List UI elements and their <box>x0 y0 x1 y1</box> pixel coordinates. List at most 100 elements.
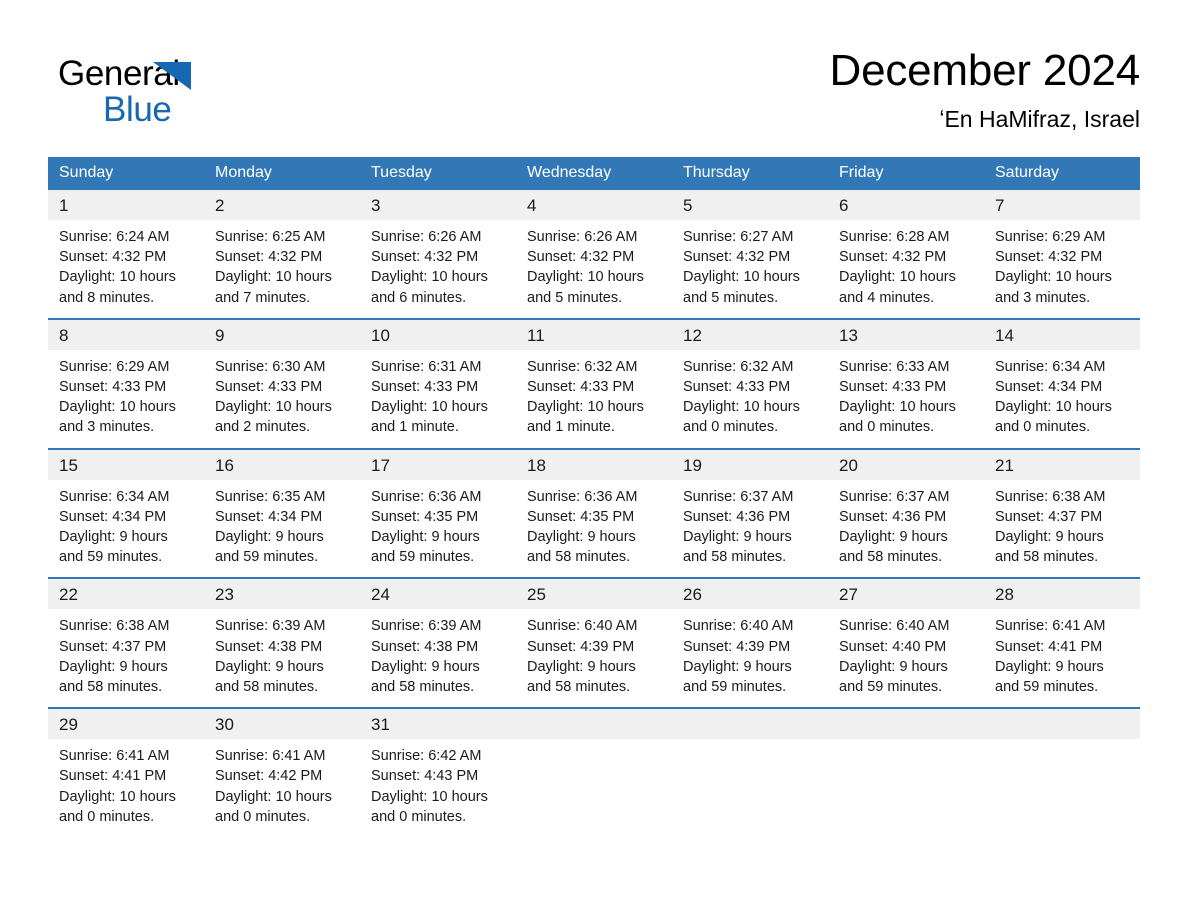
day-cell-inner: 16 Sunrise: 6:35 AM Sunset: 4:34 PM Dayligh… <box>204 449 360 578</box>
calendar-day-cell[interactable]: 8 Sunrise: 6:29 AM Sunset: 4:33 PM Daylight… <box>48 317 204 449</box>
day-number: 15 <box>48 449 204 480</box>
calendar-day-cell[interactable]: 10 Sunrise: 6:31 AM Sunset: 4:33 PM Dayligh… <box>360 317 516 449</box>
calendar-day-cell[interactable]: 25 Sunrise: 6:40 AM Sunset: 4:39 PM Dayligh… <box>516 577 672 709</box>
day-number: 16 <box>204 449 360 480</box>
sunrise-text: Sunrise: 6:24 AM <box>59 229 170 245</box>
calendar-day-cell[interactable]: 28 Sunrise: 6:41 AM Sunset: 4:41 PM Dayligh… <box>984 577 1140 709</box>
calendar-day-cell[interactable]: 13 Sunrise: 6:33 AM Sunset: 4:33 PM Dayligh… <box>828 317 984 449</box>
sunset-text: Sunset: 4:38 PM <box>371 638 479 655</box>
calendar-day-cell[interactable]: 17 Sunrise: 6:36 AM Sunset: 4:35 PM Dayligh… <box>360 447 516 579</box>
day-details: Sunrise: 6:34 AM Sunset: 4:34 PM Daylight:… <box>48 480 204 578</box>
calendar-day-cell[interactable]: 29 Sunrise: 6:41 AM Sunset: 4:41 PM Dayligh… <box>48 707 204 838</box>
day-number: 4 <box>516 190 672 220</box>
weekday-header-friday: Friday <box>828 157 984 190</box>
calendar-day-cell[interactable]: 15 Sunrise: 6:34 AM Sunset: 4:34 PM Dayligh… <box>48 447 204 579</box>
calendar-day-cell[interactable]: 24 Sunrise: 6:39 AM Sunset: 4:38 PM Dayligh… <box>360 577 516 709</box>
calendar-day-cell[interactable]: 12 Sunrise: 6:32 AM Sunset: 4:33 PM Dayligh… <box>672 317 828 449</box>
day-cell-inner: 14 Sunrise: 6:34 AM Sunset: 4:34 PM Dayligh… <box>984 319 1140 448</box>
day-number: 9 <box>204 319 360 350</box>
calendar-day-cell[interactable]: 9 Sunrise: 6:30 AM Sunset: 4:33 PM Daylight… <box>204 317 360 449</box>
calendar-day-cell[interactable]: 4 Sunrise: 6:26 AM Sunset: 4:32 PM Daylight… <box>516 190 672 319</box>
calendar-day-cell[interactable]: 6 Sunrise: 6:28 AM Sunset: 4:32 PM Daylight… <box>828 190 984 319</box>
day-cell-inner: 15 Sunrise: 6:34 AM Sunset: 4:34 PM Dayligh… <box>48 449 204 578</box>
generalblue-logo[interactable]: General Blue <box>58 54 218 132</box>
calendar-body: 1 Sunrise: 6:24 AM Sunset: 4:32 PM Daylight… <box>48 190 1140 838</box>
logo-triangle-icon <box>153 62 191 90</box>
sunrise-text: Sunrise: 6:34 AM <box>59 488 170 505</box>
day-details: Sunrise: 6:35 AM Sunset: 4:34 PM Daylight:… <box>204 480 360 578</box>
calendar-day-cell[interactable]: 30 Sunrise: 6:41 AM Sunset: 4:42 PM Dayligh… <box>204 707 360 838</box>
sunset-text: Sunset: 4:42 PM <box>215 768 323 785</box>
daylight-text: Daylight: 10 hours and 1 minute. <box>371 399 488 436</box>
day-number: 2 <box>204 190 360 220</box>
calendar-cell-empty <box>984 707 1140 838</box>
calendar-day-cell[interactable]: 18 Sunrise: 6:36 AM Sunset: 4:35 PM Dayligh… <box>516 447 672 579</box>
calendar-day-cell[interactable]: 1 Sunrise: 6:24 AM Sunset: 4:32 PM Daylight… <box>48 190 204 319</box>
day-number: 20 <box>828 449 984 480</box>
sunset-text: Sunset: 4:36 PM <box>683 508 791 525</box>
calendar-day-cell[interactable]: 7 Sunrise: 6:29 AM Sunset: 4:32 PM Daylight… <box>984 190 1140 319</box>
day-cell-inner: 5 Sunrise: 6:27 AM Sunset: 4:32 PM Daylight… <box>672 190 828 318</box>
day-details: Sunrise: 6:42 AM Sunset: 4:43 PM Daylight:… <box>360 739 516 837</box>
calendar-day-cell[interactable]: 20 Sunrise: 6:37 AM Sunset: 4:36 PM Dayligh… <box>828 447 984 579</box>
day-number: 10 <box>360 319 516 350</box>
sunset-text: Sunset: 4:32 PM <box>839 249 947 266</box>
sunrise-text: Sunrise: 6:32 AM <box>527 358 638 375</box>
calendar-day-cell[interactable]: 16 Sunrise: 6:35 AM Sunset: 4:34 PM Dayligh… <box>204 447 360 579</box>
calendar-day-cell[interactable]: 14 Sunrise: 6:34 AM Sunset: 4:34 PM Dayligh… <box>984 317 1140 449</box>
calendar-day-cell[interactable]: 26 Sunrise: 6:40 AM Sunset: 4:39 PM Dayligh… <box>672 577 828 709</box>
day-cell-inner: 25 Sunrise: 6:40 AM Sunset: 4:39 PM Dayligh… <box>516 579 672 707</box>
weekday-header-monday: Monday <box>204 157 360 190</box>
calendar-day-cell[interactable]: 2 Sunrise: 6:25 AM Sunset: 4:32 PM Daylight… <box>204 190 360 319</box>
day-number: 24 <box>360 579 516 610</box>
day-number: 28 <box>984 579 1140 610</box>
day-cell-inner: 12 Sunrise: 6:32 AM Sunset: 4:33 PM Dayligh… <box>672 319 828 448</box>
daylight-text: Daylight: 9 hours and 59 minutes. <box>683 658 792 696</box>
day-details: Sunrise: 6:29 AM Sunset: 4:33 PM Daylight:… <box>48 350 204 448</box>
day-cell-inner: 8 Sunrise: 6:29 AM Sunset: 4:33 PM Daylight… <box>48 319 204 448</box>
day-number: 8 <box>48 319 204 350</box>
day-number: 29 <box>48 709 204 740</box>
sunrise-text: Sunrise: 6:37 AM <box>683 488 794 505</box>
calendar-page: General Blue December 2024 ʻEn HaMifraz,… <box>0 0 1188 918</box>
calendar-day-cell[interactable]: 21 Sunrise: 6:38 AM Sunset: 4:37 PM Dayligh… <box>984 447 1140 579</box>
day-cell-inner: 18 Sunrise: 6:36 AM Sunset: 4:35 PM Dayligh… <box>516 449 672 578</box>
calendar-day-cell[interactable]: 23 Sunrise: 6:39 AM Sunset: 4:38 PM Dayligh… <box>204 577 360 709</box>
calendar-cell-empty <box>516 707 672 838</box>
sunset-text: Sunset: 4:34 PM <box>215 508 323 525</box>
calendar-day-cell[interactable]: 5 Sunrise: 6:27 AM Sunset: 4:32 PM Daylight… <box>672 190 828 319</box>
day-details: Sunrise: 6:31 AM Sunset: 4:33 PM Daylight:… <box>360 350 516 448</box>
day-details: Sunrise: 6:40 AM Sunset: 4:39 PM Daylight:… <box>672 609 828 707</box>
sunset-text: Sunset: 4:34 PM <box>995 379 1103 396</box>
calendar-week-row: 22 Sunrise: 6:38 AM Sunset: 4:37 PM Dayligh… <box>48 577 1140 709</box>
sunrise-text: Sunrise: 6:29 AM <box>995 229 1106 245</box>
day-cell-inner: 26 Sunrise: 6:40 AM Sunset: 4:39 PM Dayligh… <box>672 579 828 707</box>
calendar-day-cell[interactable]: 3 Sunrise: 6:26 AM Sunset: 4:32 PM Daylight… <box>360 190 516 319</box>
sunset-text: Sunset: 4:32 PM <box>995 249 1103 266</box>
daylight-text: Daylight: 9 hours and 59 minutes. <box>839 658 948 696</box>
daylight-text: Daylight: 9 hours and 59 minutes. <box>371 529 480 566</box>
daylight-text: Daylight: 9 hours and 59 minutes. <box>215 529 324 566</box>
day-cell-inner: 30 Sunrise: 6:41 AM Sunset: 4:42 PM Dayligh… <box>204 709 360 837</box>
calendar-day-cell[interactable]: 27 Sunrise: 6:40 AM Sunset: 4:40 PM Dayligh… <box>828 577 984 709</box>
sunrise-text: Sunrise: 6:36 AM <box>371 488 482 505</box>
calendar-day-cell[interactable]: 11 Sunrise: 6:32 AM Sunset: 4:33 PM Dayligh… <box>516 317 672 449</box>
day-number: 3 <box>360 190 516 220</box>
sunrise-text: Sunrise: 6:28 AM <box>839 229 950 245</box>
day-details: Sunrise: 6:37 AM Sunset: 4:36 PM Daylight:… <box>828 480 984 578</box>
sunset-text: Sunset: 4:32 PM <box>59 249 167 266</box>
day-details: Sunrise: 6:39 AM Sunset: 4:38 PM Daylight:… <box>204 609 360 707</box>
daylight-text: Daylight: 10 hours and 0 minutes. <box>839 399 956 436</box>
calendar-week-row: 15 Sunrise: 6:34 AM Sunset: 4:34 PM Dayligh… <box>48 447 1140 579</box>
sunrise-text: Sunrise: 6:31 AM <box>371 358 482 375</box>
calendar-day-cell[interactable]: 31 Sunrise: 6:42 AM Sunset: 4:43 PM Dayligh… <box>360 707 516 838</box>
calendar-day-cell[interactable]: 22 Sunrise: 6:38 AM Sunset: 4:37 PM Dayligh… <box>48 577 204 709</box>
day-number: 25 <box>516 579 672 610</box>
day-cell-inner: 10 Sunrise: 6:31 AM Sunset: 4:33 PM Dayligh… <box>360 319 516 448</box>
day-number <box>828 709 984 740</box>
sunrise-text: Sunrise: 6:40 AM <box>527 618 638 635</box>
day-number: 13 <box>828 319 984 350</box>
daylight-text: Daylight: 10 hours and 3 minutes. <box>995 269 1112 306</box>
calendar-day-cell[interactable]: 19 Sunrise: 6:37 AM Sunset: 4:36 PM Dayligh… <box>672 447 828 579</box>
sunset-text: Sunset: 4:32 PM <box>371 249 479 266</box>
